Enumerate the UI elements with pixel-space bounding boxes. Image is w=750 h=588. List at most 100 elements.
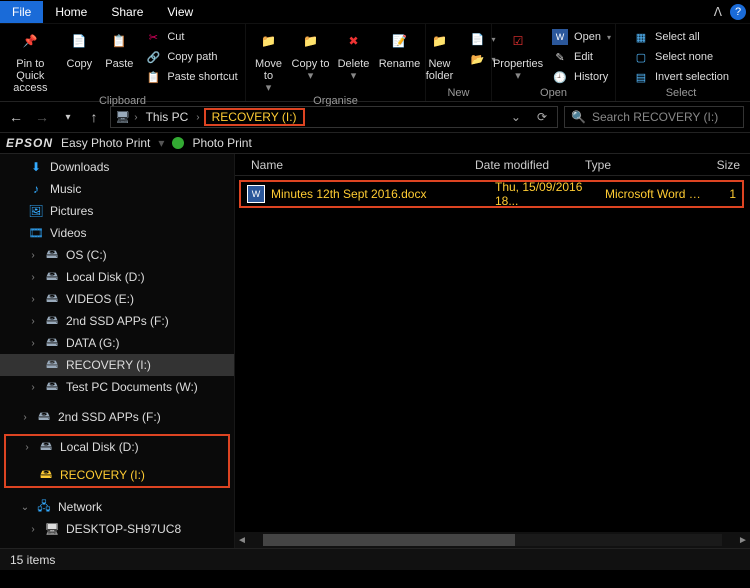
tree-downloads[interactable]: ⬇Downloads: [0, 156, 234, 178]
col-type[interactable]: Type: [585, 158, 685, 172]
tab-file[interactable]: File: [0, 1, 43, 23]
invert-selection-button[interactable]: ▤Invert selection: [629, 68, 733, 86]
pin-icon: 📌: [16, 28, 44, 56]
file-type: Microsoft Word D...: [605, 187, 705, 201]
paste-shortcut-button[interactable]: 📋Paste shortcut: [141, 68, 241, 86]
drive-icon: 🖴: [44, 247, 60, 263]
history-button[interactable]: 🕘History: [548, 68, 615, 86]
tree-ssd-f2[interactable]: ›🖴2nd SSD APPs (F:): [0, 406, 234, 428]
new-folder-icon: 📁: [426, 28, 454, 56]
move-to-button[interactable]: 📁 Move to▾: [248, 26, 290, 94]
cut-button[interactable]: ✂Cut: [141, 28, 241, 46]
delete-icon: ✖: [340, 28, 368, 56]
search-icon: 🔍: [571, 110, 586, 124]
highlighted-drives: ›🖴Local Disk (D:) 🖴RECOVERY (I:): [4, 434, 230, 488]
select-all-button[interactable]: ▦Select all: [629, 28, 733, 46]
history-icon: 🕘: [552, 69, 568, 85]
file-row[interactable]: W Minutes 12th Sept 2016.docx Thu, 15/09…: [241, 182, 742, 206]
horizontal-scrollbar[interactable]: ◄ ►: [235, 532, 750, 548]
pictures-icon: 🖼: [28, 203, 44, 219]
videos-icon: 🎞: [28, 225, 44, 241]
column-headers[interactable]: Name Date modified Type Size: [235, 154, 750, 176]
word-icon: W: [552, 29, 568, 45]
breadcrumb-this-pc[interactable]: This PC: [142, 110, 193, 124]
epson-dot-icon: [172, 137, 184, 149]
nav-back-button[interactable]: ←: [6, 109, 26, 125]
tab-share[interactable]: Share: [99, 1, 155, 23]
epson-photo-print-button[interactable]: Photo Print: [192, 136, 251, 150]
nav-recent-button[interactable]: ▾: [58, 112, 78, 123]
tree-music[interactable]: ♪Music: [0, 178, 234, 200]
open-button[interactable]: WOpen ▾: [548, 28, 615, 46]
tree-recovery-i[interactable]: 🖴RECOVERY (I:): [0, 354, 234, 376]
drive-icon: 🖴: [44, 291, 60, 307]
edit-button[interactable]: ✎Edit: [548, 48, 615, 66]
breadcrumb-recovery[interactable]: RECOVERY (I:): [204, 108, 305, 126]
tree-local-d[interactable]: ›🖴Local Disk (D:): [0, 266, 234, 288]
tab-view[interactable]: View: [155, 1, 205, 23]
tree-videos-e[interactable]: ›🖴VIDEOS (E:): [0, 288, 234, 310]
copy-icon: 📄: [65, 28, 93, 56]
tree-os-c[interactable]: ›🖴OS (C:): [0, 244, 234, 266]
select-all-icon: ▦: [633, 29, 649, 45]
copy-to-icon: 📁: [297, 28, 325, 56]
tree-test-w[interactable]: ›🖴Test PC Documents (W:): [0, 376, 234, 398]
group-label-new: New: [447, 86, 469, 100]
epson-easy-label: Easy Photo Print: [61, 136, 150, 150]
tree-videos[interactable]: 🎞Videos: [0, 222, 234, 244]
address-dropdown-icon[interactable]: ⌄: [505, 110, 527, 124]
drive-icon: 🖴: [44, 313, 60, 329]
drive-icon: 🖴: [44, 379, 60, 395]
scroll-right-icon[interactable]: ►: [736, 535, 750, 546]
search-placeholder: Search RECOVERY (I:): [592, 110, 718, 124]
delete-button[interactable]: ✖ Delete▾: [332, 26, 376, 82]
file-name: Minutes 12th Sept 2016.docx: [271, 187, 495, 201]
tree-recovery-i2[interactable]: 🖴RECOVERY (I:): [6, 464, 228, 486]
paste-shortcut-icon: 📋: [145, 69, 161, 85]
edit-icon: ✎: [552, 49, 568, 65]
tree-local-d2[interactable]: ›🖴Local Disk (D:): [6, 436, 228, 458]
tab-home[interactable]: Home: [43, 1, 99, 23]
address-bar[interactable]: 🖥 › This PC › RECOVERY (I:) ⌄ ⟳: [110, 106, 558, 128]
tree-network[interactable]: ⌄🖧Network: [0, 496, 234, 518]
copy-button[interactable]: 📄 Copy: [59, 26, 99, 70]
ribbon-minimize-icon[interactable]: ᐱ: [706, 5, 730, 19]
drive-icon: 🖥: [115, 110, 130, 124]
new-folder-button[interactable]: 📁 New folder: [416, 26, 464, 82]
scissors-icon: ✂: [145, 29, 161, 45]
copy-to-button[interactable]: 📁 Copy to▾: [290, 26, 332, 82]
file-size: 1: [705, 187, 742, 201]
group-label-open: Open: [540, 86, 567, 100]
refresh-icon[interactable]: ⟳: [531, 110, 553, 124]
col-date[interactable]: Date modified: [475, 158, 585, 172]
epson-logo: EPSON: [6, 136, 53, 150]
select-none-button[interactable]: ▢Select none: [629, 48, 733, 66]
pc-icon: 🖥: [44, 521, 60, 537]
drive-icon: 🖴: [44, 269, 60, 285]
copy-path-button[interactable]: 🔗Copy path: [141, 48, 241, 66]
scroll-thumb[interactable]: [263, 534, 515, 546]
tree-pictures[interactable]: 🖼Pictures: [0, 200, 234, 222]
nav-forward-button[interactable]: →: [32, 109, 52, 125]
drive-icon: 🖴: [44, 335, 60, 351]
nav-tree[interactable]: ⬇Downloads ♪Music 🖼Pictures 🎞Videos ›🖴OS…: [0, 154, 235, 548]
help-icon[interactable]: ?: [730, 4, 746, 20]
properties-button[interactable]: ☑ Properties▾: [490, 26, 546, 82]
rename-icon: 📝: [386, 28, 414, 56]
pin-to-quick-access-button[interactable]: 📌 Pin to Quick access: [1, 26, 59, 94]
scroll-left-icon[interactable]: ◄: [235, 535, 249, 546]
nav-up-button[interactable]: ↑: [84, 109, 104, 125]
highlighted-file-row: W Minutes 12th Sept 2016.docx Thu, 15/09…: [239, 180, 744, 208]
select-none-icon: ▢: [633, 49, 649, 65]
copy-path-icon: 🔗: [145, 49, 161, 65]
search-input[interactable]: 🔍 Search RECOVERY (I:): [564, 106, 744, 128]
paste-button[interactable]: 📋 Paste: [99, 26, 139, 70]
status-item-count: 15 items: [10, 553, 55, 567]
tree-ssd-f[interactable]: ›🖴2nd SSD APPs (F:): [0, 310, 234, 332]
tree-data-g[interactable]: ›🖴DATA (G:): [0, 332, 234, 354]
new-item-icon: 📄: [470, 31, 486, 47]
col-name[interactable]: Name: [245, 158, 475, 172]
col-size[interactable]: Size: [685, 158, 750, 172]
file-date: Thu, 15/09/2016 18...: [495, 180, 605, 208]
tree-desktop-pc[interactable]: ›🖥DESKTOP-SH97UC8: [0, 518, 234, 540]
